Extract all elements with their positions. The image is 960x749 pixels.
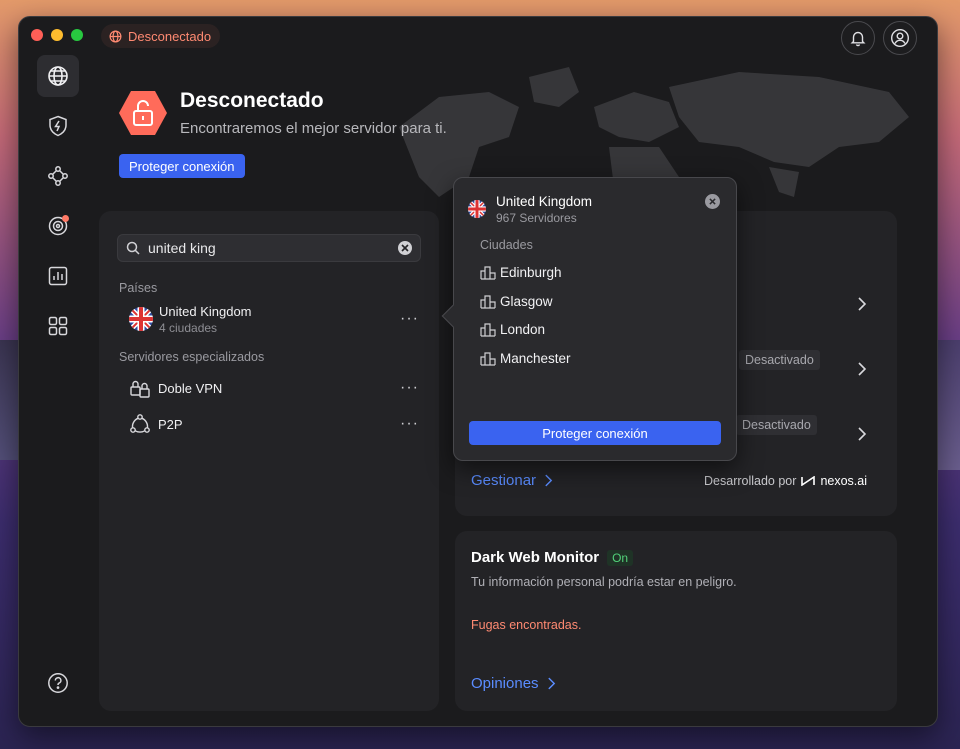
feature-status-badge: Desactivado [739,350,820,370]
desktop-background-right [936,340,960,470]
app-window: Desconectado Desconectado Encontraremos … [18,16,938,727]
sidebar-item-threat-protection[interactable] [37,105,79,147]
connection-status-label: Desconectado [128,28,212,44]
city-icon [480,323,496,337]
country-result-united-kingdom[interactable]: United Kingdom 4 ciudades ··· [129,303,419,335]
specialized-item-double-vpn[interactable]: Doble VPN ··· [129,375,419,401]
sidebar-item-statistics[interactable] [37,255,79,297]
account-button[interactable] [883,21,917,55]
city-icon [480,352,496,366]
feature-status-badge: Desactivado [736,415,817,435]
search-input[interactable] [148,240,390,256]
chevron-right-icon [547,677,555,690]
bell-icon [850,31,866,47]
server-search-panel: Países United Kingdom 4 ciudades ··· Ser… [99,211,439,711]
chevron-right-icon[interactable] [857,362,867,376]
status-badge: On [607,549,634,566]
popover-server-count: 967 Servidores [496,211,577,225]
nexos-logo-icon [801,476,816,486]
country-popover: United Kingdom 967 Servidores Ciudades E… [441,177,737,461]
sidebar-item-dark-web-monitor[interactable] [37,205,79,247]
opinions-label: Opiniones [471,675,539,692]
zoom-window-button[interactable] [71,29,83,41]
shield-bolt-icon [49,115,67,137]
country-name: United Kingdom [159,303,252,319]
top-right-actions [841,21,917,55]
connection-status-chip[interactable]: Desconectado [101,24,221,48]
city-icon [480,295,496,309]
close-window-button[interactable] [31,29,43,41]
sidebar-nav [37,55,79,347]
clear-search-button[interactable] [398,241,412,255]
sidebar-item-apps[interactable] [37,305,79,347]
countries-section-label: Países [119,281,158,295]
powered-brand: nexos.ai [820,474,867,488]
search-field[interactable] [117,234,421,262]
close-icon [401,244,409,252]
dark-web-title: Dark Web Monitor [471,549,600,566]
city-item-edinburgh[interactable]: Edinburgh [480,264,562,280]
city-name: Manchester [500,350,571,366]
chart-icon [48,266,68,286]
city-name: London [500,321,546,337]
minimize-window-button[interactable] [51,29,63,41]
mesh-network-icon [48,166,68,186]
double-vpn-icon [130,380,150,398]
country-city-count: 4 ciudades [159,320,218,335]
popover-arrow [441,304,465,328]
city-name: Edinburgh [500,264,562,280]
notifications-button[interactable] [841,21,875,55]
specialized-section-label: Servidores especializados [119,350,265,364]
manage-link[interactable]: Gestionar [471,472,553,489]
more-options-button[interactable]: ··· [400,310,419,328]
manage-label: Gestionar [471,472,537,489]
unlocked-padlock-icon [119,91,167,135]
specialized-item-p2p[interactable]: P2P ··· [129,411,419,437]
city-name: Glasgow [500,293,553,309]
city-item-manchester[interactable]: Manchester [480,350,571,366]
specialized-name: P2P [158,416,183,432]
leaks-found-text: Fugas encontradas. [471,618,582,632]
apps-grid-icon [48,316,68,336]
desktop-background-left [0,340,20,460]
sidebar-item-servers[interactable] [37,55,79,97]
help-button[interactable] [37,662,79,704]
opinions-link[interactable]: Opiniones [471,675,556,692]
connection-subtitle: Encontraremos el mejor servidor para ti. [180,120,447,137]
popover-country-name: United Kingdom [496,194,593,209]
close-icon [709,198,716,205]
popover-header: United Kingdom 967 Servidores [468,194,592,225]
quick-connect-button[interactable]: Proteger conexión [119,154,245,178]
window-controls [31,29,83,41]
uk-flag-icon [129,307,153,331]
close-popover-button[interactable] [705,194,720,209]
uk-flag-icon [468,200,486,218]
search-icon [126,241,140,255]
chevron-right-icon[interactable] [857,297,867,311]
popover-connect-button[interactable]: Proteger conexión [469,421,721,445]
powered-prefix: Desarrollado por [704,474,797,488]
dark-web-title-row: Dark Web Monitor On [471,549,634,566]
city-item-glasgow[interactable]: Glasgow [480,293,553,309]
user-icon [890,28,910,48]
city-icon [480,266,496,280]
city-item-london[interactable]: London [480,321,545,337]
sidebar-item-meshnet[interactable] [37,155,79,197]
chevron-right-icon [545,474,553,487]
p2p-icon [130,414,150,433]
cities-label: Ciudades [480,238,533,252]
connection-title: Desconectado [180,89,324,112]
powered-by: Desarrollado por nexos.ai [704,474,867,488]
globe-icon [109,30,122,42]
question-icon [48,673,68,693]
more-options-button[interactable]: ··· [400,415,419,433]
chevron-right-icon[interactable] [857,427,867,441]
globe-icon [48,66,68,86]
specialized-name: Doble VPN [158,380,223,396]
dark-web-description: Tu información personal podría estar en … [471,575,737,589]
dark-web-monitor-card: Dark Web Monitor On Tu información perso… [455,531,897,711]
alert-dot [62,215,69,222]
more-options-button[interactable]: ··· [400,379,419,397]
